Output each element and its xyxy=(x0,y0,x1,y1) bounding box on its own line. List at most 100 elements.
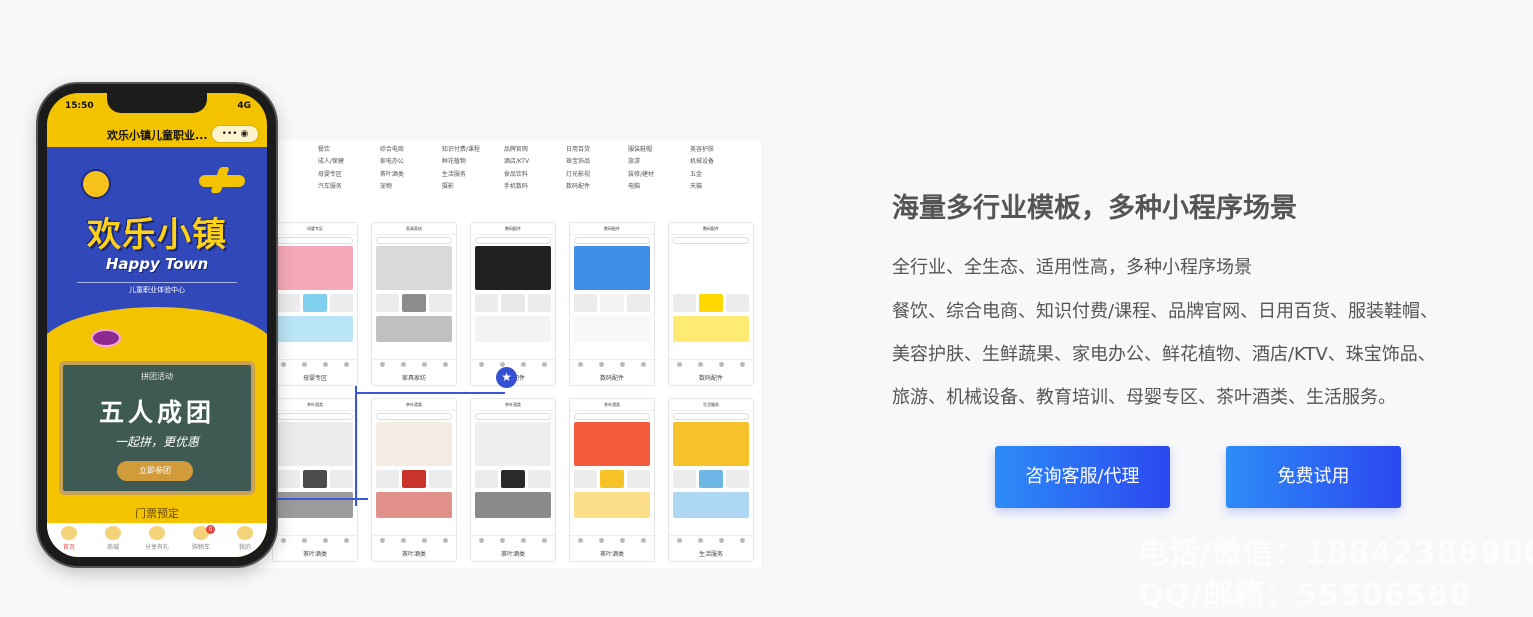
category-item[interactable]: 茶叶酒类 xyxy=(380,169,442,178)
tile-banner xyxy=(277,422,353,466)
category-item[interactable]: 服装鞋帽 xyxy=(628,144,690,153)
tile-content-block xyxy=(376,316,452,342)
tile-tab-icon xyxy=(578,362,583,367)
tile-tab-icon xyxy=(578,538,583,543)
tile-tab-icon xyxy=(323,362,328,367)
brand-logo-en: Happy Town xyxy=(105,255,209,273)
watermark-qq: QQ/邮箱：55506560 xyxy=(1138,578,1471,613)
panda-icon xyxy=(237,526,253,540)
tab-home[interactable]: 首页 xyxy=(49,526,89,551)
template-tile[interactable]: 数码配件数码配件 xyxy=(668,222,754,386)
tile-title: 数码配件 xyxy=(471,223,555,235)
tile-tab-icon xyxy=(380,538,385,543)
tile-product xyxy=(277,294,301,312)
tile-product xyxy=(600,294,624,312)
category-item[interactable]: 摄影 xyxy=(442,181,504,190)
category-item[interactable]: 装修/建材 xyxy=(628,169,690,178)
hero-banner[interactable]: 欢乐小镇 Happy Town 儿童职业体验中心 xyxy=(47,147,267,357)
tile-search-input xyxy=(574,413,650,420)
tile-product xyxy=(725,294,749,312)
tile-product-grid xyxy=(673,470,749,488)
cart-badge: 0 xyxy=(206,525,215,534)
category-item[interactable]: 训 xyxy=(272,169,318,178)
selection-outline xyxy=(355,386,357,506)
category-item[interactable]: 美 xyxy=(272,144,318,153)
tile-banner xyxy=(376,422,452,466)
category-item[interactable]: 酒店/KTV xyxy=(504,156,566,165)
tile-product xyxy=(673,470,697,488)
category-item[interactable]: 五金 xyxy=(690,169,752,178)
capsule-menu-button[interactable]: ••• ◉ xyxy=(211,125,259,143)
tile-title: 家具家纺 xyxy=(372,223,456,235)
category-item[interactable]: 鲜花植物 xyxy=(442,156,504,165)
template-tile[interactable]: 茶叶酒类 茶叶酒类 xyxy=(470,398,556,562)
template-tile[interactable]: 数码配件数码配件 xyxy=(569,222,655,386)
tab-mine[interactable]: 我的 xyxy=(225,526,265,551)
tile-tab-icon xyxy=(698,538,703,543)
category-item[interactable]: 珠宝饰品 xyxy=(566,156,628,165)
favorite-star-icon[interactable]: ★ xyxy=(496,367,517,388)
tile-tabbar xyxy=(372,359,456,369)
template-tile[interactable]: 茶叶酒类 茶叶酒类 xyxy=(371,398,457,562)
category-item[interactable]: 品牌官网 xyxy=(504,144,566,153)
tile-content-block xyxy=(673,316,749,342)
template-tiles: 母婴专区母婴专区家具家纺家具家纺数码配件数码配件数码配件数码配件数码配件数码配件… xyxy=(272,222,758,566)
tile-tabbar xyxy=(471,359,555,369)
category-item[interactable]: 日用百货 xyxy=(566,144,628,153)
tile-search-input xyxy=(376,237,452,244)
category-item[interactable]: 知识付费/课程 xyxy=(442,144,504,153)
category-item[interactable]: 菜 xyxy=(272,156,318,165)
consult-agent-button[interactable]: 咨询客服/代理 xyxy=(995,446,1170,508)
category-item[interactable]: 餐饮 xyxy=(318,144,380,153)
mini-program-title: 欢乐小镇儿童职业... xyxy=(107,129,208,142)
tile-tab-icon xyxy=(521,538,526,543)
tile-caption: 家具家纺 xyxy=(401,375,426,382)
category-item[interactable]: 手机数码 xyxy=(504,181,566,190)
free-trial-button[interactable]: 免费试用 xyxy=(1226,446,1401,508)
tile-product xyxy=(527,470,551,488)
hero-wave xyxy=(47,307,267,357)
category-item[interactable]: 食品饮料 xyxy=(504,169,566,178)
category-item[interactable]: 灯光影视 xyxy=(566,169,628,178)
category-item[interactable]: 综合电商 xyxy=(380,144,442,153)
tile-tab-icon xyxy=(599,538,604,543)
category-item[interactable]: 旅游 xyxy=(628,156,690,165)
tile-tab-icon xyxy=(719,362,724,367)
tab-mall[interactable]: 商城 xyxy=(93,526,133,551)
category-item[interactable]: 机械设备 xyxy=(690,156,752,165)
status-signal: 4G xyxy=(237,101,251,111)
template-tile[interactable]: 生活服务 生活服务 xyxy=(668,398,754,562)
tile-tab-icon xyxy=(443,362,448,367)
tile-tab-icon xyxy=(401,362,406,367)
industry-list: 餐饮、综合电商、知识付费/课程、品牌官网、日用百货、服装鞋帽、 美容护肤、生鲜蔬… xyxy=(892,290,1502,419)
tile-product xyxy=(574,294,598,312)
category-item[interactable]: 邮 xyxy=(272,181,318,190)
template-tile[interactable]: 茶叶酒类 茶叶酒类 xyxy=(272,398,358,562)
category-item[interactable]: 数码配件 xyxy=(566,181,628,190)
tile-banner xyxy=(574,246,650,290)
category-item[interactable]: 生活服务 xyxy=(442,169,504,178)
tile-product-grid xyxy=(277,294,353,312)
tile-tab-icon xyxy=(542,538,547,543)
template-tile[interactable]: 母婴专区 母婴专区 xyxy=(272,222,358,386)
category-item[interactable]: 宠物 xyxy=(380,181,442,190)
category-item[interactable]: 家电办公 xyxy=(380,156,442,165)
tile-tab-icon xyxy=(698,362,703,367)
tile-tab-icon xyxy=(479,538,484,543)
join-group-button[interactable]: 立即参团 xyxy=(117,461,193,481)
category-item[interactable]: 成人/保健 xyxy=(318,156,380,165)
tab-cart[interactable]: 0 购物车 xyxy=(181,525,221,551)
category-item[interactable]: 母婴专区 xyxy=(318,169,380,178)
tab-share[interactable]: 分享有礼 xyxy=(137,526,177,551)
template-tile[interactable]: 数码配件数码配件 xyxy=(470,222,556,386)
category-item[interactable]: 汽车服务 xyxy=(318,181,380,190)
category-item[interactable]: 美容护肤 xyxy=(690,144,752,153)
template-tile[interactable]: 茶叶酒类 茶叶酒类 xyxy=(569,398,655,562)
tile-tab-icon xyxy=(344,538,349,543)
category-item[interactable]: 电脑 xyxy=(628,181,690,190)
category-item[interactable]: 天猫 xyxy=(690,181,752,190)
industry-line: 餐饮、综合电商、知识付费/课程、品牌官网、日用百货、服装鞋帽、 xyxy=(892,301,1439,322)
tile-tab-icon xyxy=(302,362,307,367)
tile-product xyxy=(277,470,301,488)
template-tile[interactable]: 家具家纺 家具家纺 xyxy=(371,222,457,386)
